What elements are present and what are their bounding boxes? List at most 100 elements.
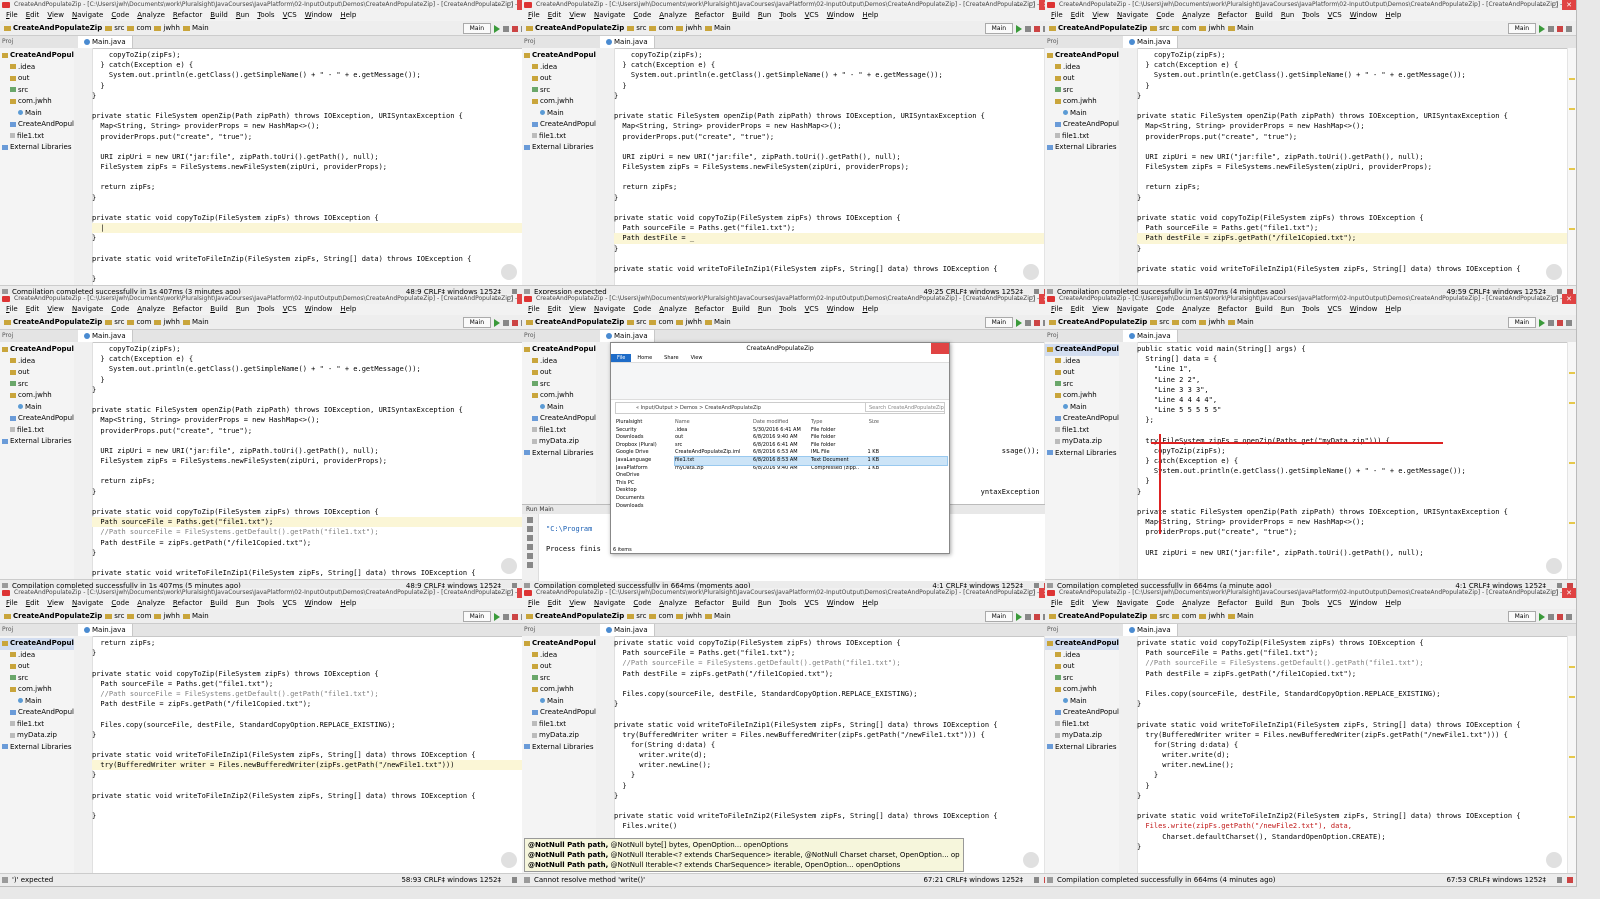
project-tree-node[interactable]: src (0, 673, 74, 685)
project-tree-node[interactable]: Main (522, 696, 596, 708)
hint-icon[interactable] (501, 558, 517, 574)
breadcrumb-item[interactable]: com (1172, 609, 1196, 623)
menu-help[interactable]: Help (858, 598, 882, 609)
menu-code[interactable]: Code (629, 10, 655, 21)
project-tree-node[interactable]: out (522, 661, 596, 673)
lock-icon[interactable] (1557, 877, 1562, 883)
run-configuration-select[interactable]: Main (1507, 23, 1536, 34)
run-toolbar-icon[interactable] (527, 562, 533, 568)
code-editor[interactable]: copyToZip(zipFs); } catch(Exception e) {… (1137, 50, 1568, 284)
project-tree-node[interactable]: out (522, 367, 596, 379)
project-tree-node[interactable]: Main (522, 108, 596, 120)
run-configuration-select[interactable]: Main (462, 317, 491, 328)
maximize-icon[interactable]: □ (1548, 588, 1562, 598)
menu-build[interactable]: Build (728, 598, 754, 609)
menu-run[interactable]: Run (754, 304, 775, 315)
menu-tools[interactable]: Tools (1298, 598, 1323, 609)
event-log-icon[interactable] (1567, 877, 1573, 883)
menu-file[interactable]: File (1047, 304, 1067, 315)
menu-view[interactable]: View (1088, 304, 1113, 315)
hint-icon[interactable] (1546, 558, 1562, 574)
run-configuration-select[interactable]: Main (1507, 317, 1536, 328)
menu-run[interactable]: Run (754, 598, 775, 609)
editor-tab-main-java[interactable]: Main.java (78, 624, 133, 636)
maximize-icon[interactable]: □ (1025, 0, 1039, 10)
menu-window[interactable]: Window (1346, 598, 1382, 609)
menu-refactor[interactable]: Refactor (169, 10, 206, 21)
menu-edit[interactable]: Edit (1067, 10, 1089, 21)
project-tree-node[interactable]: myData.zip (1045, 730, 1119, 742)
caret-position[interactable]: 67:53 CRLF‡ windows 1252‡ (1446, 874, 1546, 886)
nav-item[interactable]: Security (616, 427, 674, 435)
address-bar[interactable]: « Input/Output > Demos > CreateAndPopula… (615, 402, 945, 414)
run-configuration-select[interactable]: Main (984, 317, 1013, 328)
hint-icon[interactable] (501, 264, 517, 280)
project-tree-node[interactable]: CreateAndPopulat (522, 638, 596, 650)
menu-build[interactable]: Build (1251, 598, 1277, 609)
debug-icon[interactable] (1025, 613, 1031, 620)
project-tree-node[interactable]: file1.txt (1045, 131, 1119, 143)
breadcrumb-item[interactable]: src (105, 21, 124, 35)
project-tree-node[interactable]: CreateAndPopulz (1045, 413, 1119, 425)
code-editor[interactable]: private static void copyToZip(FileSystem… (614, 638, 1045, 872)
search-input[interactable]: Search CreateAndPopulateZip (865, 402, 945, 412)
project-tree-node[interactable]: src (1045, 85, 1119, 97)
menu-view[interactable]: View (43, 10, 68, 21)
nav-item[interactable]: OneDrive (616, 472, 674, 480)
nav-item[interactable]: Desktop (616, 487, 674, 495)
editor-tab-main-java[interactable]: Main.java (78, 330, 133, 342)
run-icon[interactable] (1016, 318, 1022, 327)
project-tree-node[interactable]: file1.txt (522, 131, 596, 143)
menu-vcs[interactable]: VCS (1324, 10, 1346, 21)
project-tree-node[interactable]: file1.txt (0, 719, 74, 731)
breadcrumb-item[interactable]: Main (704, 21, 731, 35)
menu-window[interactable]: Window (823, 10, 859, 21)
menu-window[interactable]: Window (1346, 10, 1382, 21)
breadcrumb-item[interactable]: src (1150, 315, 1169, 329)
menu-view[interactable]: View (43, 304, 68, 315)
menu-build[interactable]: Build (728, 10, 754, 21)
menu-help[interactable]: Help (1381, 598, 1405, 609)
menu-code[interactable]: Code (629, 598, 655, 609)
menu-navigate[interactable]: Navigate (68, 598, 107, 609)
menu-help[interactable]: Help (336, 598, 360, 609)
run-toolbar-icon[interactable] (527, 517, 533, 523)
menu-vcs[interactable]: VCS (801, 304, 823, 315)
maximize-icon[interactable]: □ (503, 0, 517, 10)
breadcrumb-item[interactable]: Main (704, 609, 731, 623)
project-tree-node[interactable]: Main (1045, 402, 1119, 414)
menu-build[interactable]: Build (1251, 10, 1277, 21)
project-tree-node[interactable]: out (522, 73, 596, 85)
project-tree-node[interactable]: com.jwhh (0, 96, 74, 108)
editor-tab-main-java[interactable]: Main.java (1123, 36, 1178, 48)
caret-position[interactable]: 58:93 CRLF‡ windows 1252‡ (401, 874, 501, 886)
project-tree-node[interactable]: out (0, 73, 74, 85)
menu-tools[interactable]: Tools (775, 304, 800, 315)
menu-file[interactable]: File (2, 598, 22, 609)
debug-icon[interactable] (503, 319, 509, 326)
project-panel-header[interactable]: Proj (524, 36, 535, 48)
stop-icon[interactable] (1034, 25, 1040, 32)
menu-run[interactable]: Run (754, 10, 775, 21)
breadcrumb-item[interactable]: com (649, 315, 673, 329)
breadcrumb-item[interactable]: jwhh (676, 609, 702, 623)
breadcrumb-item[interactable]: CreateAndPopulateZip (526, 21, 624, 35)
lock-icon[interactable] (1034, 877, 1039, 883)
breadcrumb-item[interactable]: src (105, 315, 124, 329)
project-tree-node[interactable]: CreateAndPopulat (1045, 50, 1119, 62)
project-tree-node[interactable]: com.jwhh (522, 96, 596, 108)
menu-window[interactable]: Window (301, 304, 337, 315)
project-tree-node[interactable]: .idea (1045, 356, 1119, 368)
search-icon[interactable] (1566, 613, 1572, 620)
breadcrumb-item[interactable]: com (649, 21, 673, 35)
nav-item[interactable]: Dropbox (Plural) (616, 442, 674, 450)
maximize-icon[interactable]: □ (503, 588, 517, 598)
stop-icon[interactable] (1557, 319, 1563, 326)
menu-navigate[interactable]: Navigate (1113, 304, 1152, 315)
project-tree-node[interactable]: CreateAndPopulat (522, 50, 596, 62)
breadcrumb-item[interactable]: jwhh (154, 609, 180, 623)
menu-file[interactable]: File (524, 10, 544, 21)
debug-icon[interactable] (503, 25, 509, 32)
menu-edit[interactable]: Edit (544, 304, 566, 315)
menu-code[interactable]: Code (1152, 304, 1178, 315)
